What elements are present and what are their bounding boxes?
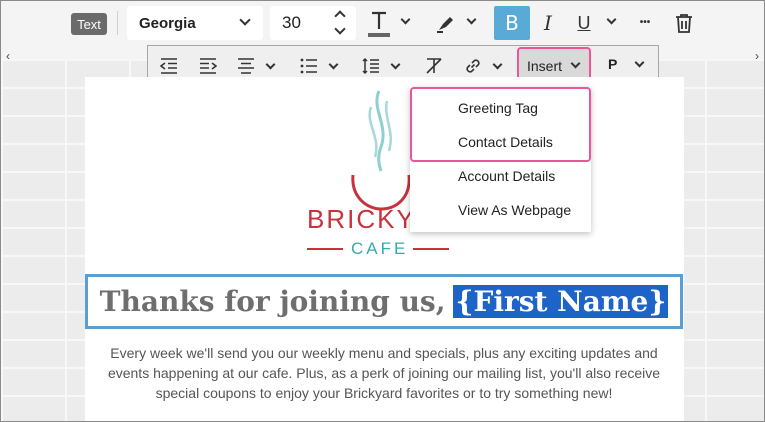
outdent-button[interactable] (160, 58, 178, 74)
font-size-stepper[interactable]: 30 (270, 6, 356, 40)
bulleted-list-icon (300, 58, 317, 74)
cafe-steam-logo (351, 90, 411, 211)
merge-tag-selection[interactable]: {First Name} (453, 285, 669, 318)
line-height-button[interactable] (362, 57, 380, 75)
italic-button[interactable]: I (539, 11, 557, 35)
indent-icon (200, 58, 217, 74)
highlighter-icon (437, 17, 453, 33)
chevron-down-icon[interactable] (634, 57, 645, 68)
text-color-icon (368, 11, 390, 37)
chevron-down-icon[interactable] (334, 23, 346, 35)
logo-rule-right (413, 248, 449, 250)
insert-dropdown-menu: Greeting Tag Contact Details Account Det… (410, 87, 591, 232)
menu-item-contact-details[interactable]: Contact Details (458, 134, 553, 150)
logo-rule-left (307, 248, 343, 250)
body-paragraph[interactable]: Every week we'll send you our weekly men… (99, 343, 669, 403)
chevron-down-icon[interactable] (492, 59, 503, 70)
align-center-icon (238, 58, 254, 74)
trash-icon (676, 14, 692, 33)
font-family-value: Georgia (139, 14, 196, 32)
editor-frame: Text Georgia 30 B I U ••• ‹ › Insert P B… (0, 0, 765, 422)
chevron-down-icon[interactable] (265, 59, 276, 70)
headline-text: Thanks for joining us, (99, 285, 446, 318)
chevron-right-icon[interactable]: › (755, 49, 759, 63)
font-family-select[interactable]: Georgia (127, 6, 263, 40)
insert-label: Insert (527, 58, 563, 74)
clear-format-icon (426, 58, 442, 74)
chevron-left-icon[interactable]: ‹ (6, 49, 10, 63)
highlight-color-button[interactable] (435, 12, 457, 34)
menu-item-account-details[interactable]: Account Details (458, 168, 555, 184)
link-button[interactable] (464, 57, 482, 75)
line-height-icon (362, 57, 379, 75)
indent-button[interactable] (199, 58, 217, 74)
list-button[interactable] (300, 58, 318, 74)
chevron-down-icon[interactable] (390, 59, 401, 70)
underline-button[interactable]: U (575, 11, 593, 35)
block-type-badge: Text (71, 13, 107, 35)
logo-cafe-text: CAFE (351, 239, 409, 258)
paragraph-style-button[interactable]: P (608, 56, 617, 72)
font-size-value: 30 (282, 13, 301, 32)
text-color-button[interactable] (365, 9, 393, 39)
chevron-down-icon[interactable] (328, 59, 339, 70)
outdent-icon (160, 58, 177, 74)
clear-formatting-button[interactable] (425, 57, 443, 75)
bold-button[interactable]: B (494, 6, 530, 40)
align-button[interactable] (237, 58, 255, 74)
link-icon (466, 59, 480, 73)
chevron-up-icon[interactable] (334, 10, 346, 22)
more-options-button[interactable]: ••• (635, 15, 655, 29)
menu-item-greeting-tag[interactable]: Greeting Tag (458, 100, 538, 116)
chevron-down-icon (239, 14, 251, 26)
headline-text-block[interactable]: Thanks for joining us, {First Name} (85, 274, 683, 329)
delete-button[interactable] (674, 12, 694, 34)
chevron-down-icon (570, 58, 581, 69)
menu-item-view-as-webpage[interactable]: View As Webpage (458, 202, 571, 218)
divider (117, 11, 118, 35)
